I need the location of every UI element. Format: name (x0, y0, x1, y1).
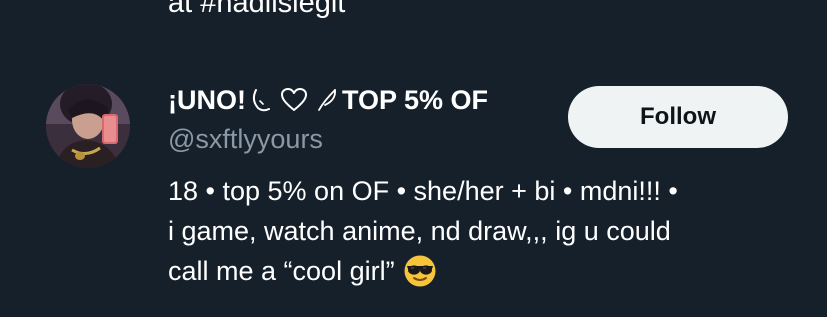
user-bio: 18 • top 5% on OF • she/her + bi • mdni!… (168, 171, 788, 299)
moon-icon (250, 87, 272, 113)
follow-button[interactable]: Follow (568, 86, 788, 148)
display-name-part2: TOP 5% OF (341, 84, 489, 115)
user-display-name[interactable]: ¡UNO! TOP 5% OF (168, 82, 488, 118)
bio-line-with-emoji: call me a “cool girl” (168, 251, 788, 299)
avatar[interactable] (46, 84, 130, 168)
feather-icon (316, 87, 338, 113)
bio-line-text: call me a “cool girl” (168, 256, 395, 286)
avatar-photo (46, 84, 130, 168)
user-handle[interactable]: @sxftlyyours (168, 122, 323, 156)
previous-tweet-text: at #nadiislegit (168, 0, 346, 19)
bio-line: i game, watch anime, nd draw,,, ig u cou… (168, 216, 671, 246)
display-name-part1: ¡UNO! (168, 84, 246, 115)
sunglasses-face-icon (403, 254, 437, 299)
heart-outline-icon (280, 87, 308, 113)
user-cell[interactable]: ¡UNO! TOP 5% OF @sxftlyyours Follow 18 •… (0, 68, 827, 317)
bio-line: 18 • top 5% on OF • she/her + bi • mdni!… (168, 176, 678, 206)
